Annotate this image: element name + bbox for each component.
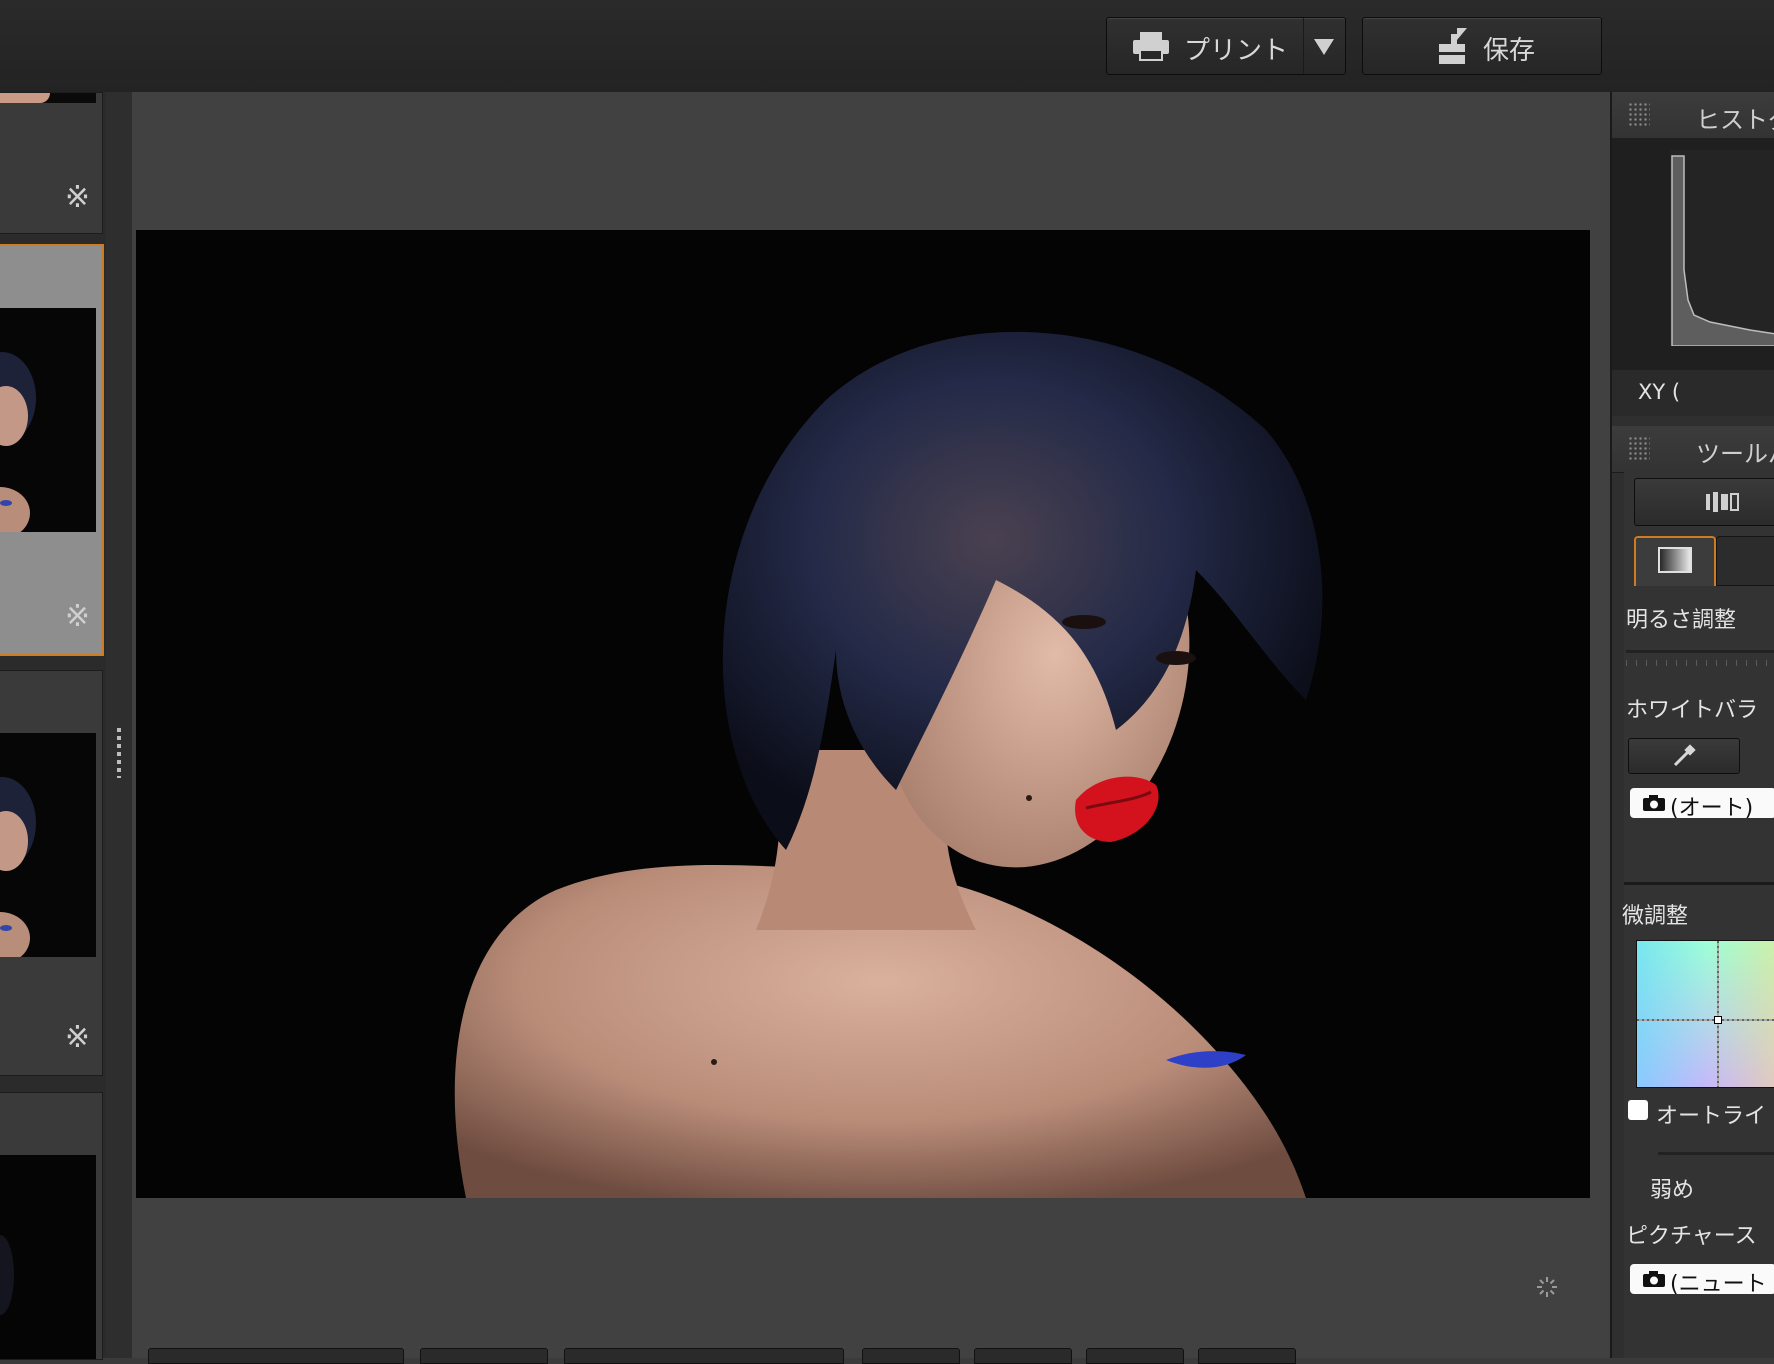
tool-palette: 明るさ調整 ホワイトバラ (オート) 微調整 オートライ 弱め ピクチャース (… [1622, 472, 1774, 1358]
edited-marker-icon: ※ [64, 180, 90, 215]
tab-basic-adjust[interactable] [1634, 536, 1716, 586]
main-photo[interactable] [136, 230, 1590, 1198]
brightness-slider-track[interactable] [1626, 650, 1774, 653]
printer-icon [1133, 32, 1169, 61]
tone-icon [1658, 547, 1692, 573]
xy-readout: XY ( [1612, 370, 1774, 416]
camera-icon [1643, 795, 1665, 811]
bottom-toolbar-button[interactable] [1086, 1348, 1184, 1364]
color-fine-adjust-grid[interactable] [1636, 940, 1774, 1088]
histogram-panel [1612, 138, 1774, 370]
compare-icon [1706, 492, 1739, 512]
xy-label: XY ( [1638, 380, 1681, 404]
portrait-image [136, 230, 1590, 1198]
bottom-toolbar-group[interactable] [148, 1348, 404, 1364]
section-divider [1624, 882, 1774, 885]
print-button[interactable]: プリント [1106, 17, 1346, 75]
top-toolbar: プリント 保存 [0, 0, 1774, 93]
thumbnail[interactable] [0, 308, 96, 532]
bottom-toolbar-group[interactable] [564, 1348, 844, 1364]
filmstrip-item[interactable] [0, 1092, 103, 1360]
thumbnail[interactable] [0, 1155, 96, 1359]
save-button[interactable]: 保存 [1362, 17, 1602, 75]
eyedropper-button[interactable] [1628, 738, 1740, 774]
brightness-slider-ticks [1626, 660, 1774, 666]
panel-grip-icon[interactable] [1628, 436, 1650, 462]
weak-label: 弱め [1650, 1178, 1695, 1203]
right-panel: ヒストグ XY ( ツールパ 明るさ調整 [1610, 92, 1774, 1358]
fine-adjust-label: 微調整 [1622, 904, 1689, 929]
bottom-toolbar-button[interactable] [1198, 1348, 1296, 1364]
auto-lighting-checkbox[interactable] [1628, 1100, 1648, 1120]
filmstrip-item-selected[interactable]: ※ [0, 244, 104, 656]
edited-marker-icon: ※ [64, 1020, 90, 1055]
tool-palette-title: ツールパ [1696, 440, 1774, 468]
tool-palette-header[interactable]: ツールパ [1612, 426, 1774, 473]
white-balance-label: ホワイトバラ [1626, 698, 1759, 723]
panel-splitter[interactable] [106, 92, 132, 1358]
edited-marker-icon: ※ [64, 599, 90, 634]
filmstrip-item[interactable]: ※ [0, 92, 103, 234]
loading-spinner-icon [1537, 1277, 1557, 1297]
histogram-header[interactable]: ヒストグ [1612, 92, 1774, 139]
save-button-label: 保存 [1483, 36, 1536, 66]
thumbnail[interactable] [0, 93, 96, 103]
auto-lighting-label: オートライ [1656, 1104, 1767, 1129]
white-balance-value: (オート) [1670, 796, 1754, 818]
histogram-graph [1670, 150, 1774, 346]
brightness-label: 明るさ調整 [1626, 608, 1737, 633]
histogram-title: ヒストグ [1696, 106, 1774, 134]
eyedropper-icon [1673, 744, 1696, 767]
camera-icon [1643, 1271, 1665, 1287]
splitter-grip-icon[interactable] [117, 728, 121, 778]
filmstrip[interactable]: ※ ※ ※ [0, 92, 106, 1360]
print-button-divider [1303, 18, 1304, 74]
picture-style-select[interactable]: (ニュート [1630, 1264, 1774, 1294]
picture-style-label: ピクチャース [1626, 1224, 1757, 1249]
save-icon [1439, 28, 1467, 64]
chevron-down-icon[interactable] [1313, 38, 1335, 56]
auto-lighting-slider[interactable] [1658, 1152, 1774, 1155]
fine-adjust-point[interactable] [1714, 1016, 1722, 1024]
filmstrip-item[interactable]: ※ [0, 670, 103, 1076]
white-balance-select[interactable]: (オート) [1630, 788, 1774, 818]
panel-grip-icon[interactable] [1628, 102, 1650, 128]
bottom-toolbar-button[interactable] [974, 1348, 1072, 1364]
bottom-toolbar-group[interactable] [420, 1348, 548, 1364]
tab-next[interactable] [1716, 536, 1774, 586]
print-button-label: プリント [1184, 36, 1289, 66]
thumbnail[interactable] [0, 733, 96, 957]
compare-view-button[interactable] [1634, 478, 1774, 526]
bottom-toolbar-button[interactable] [862, 1348, 960, 1364]
picture-style-value: (ニュート [1670, 1272, 1767, 1294]
